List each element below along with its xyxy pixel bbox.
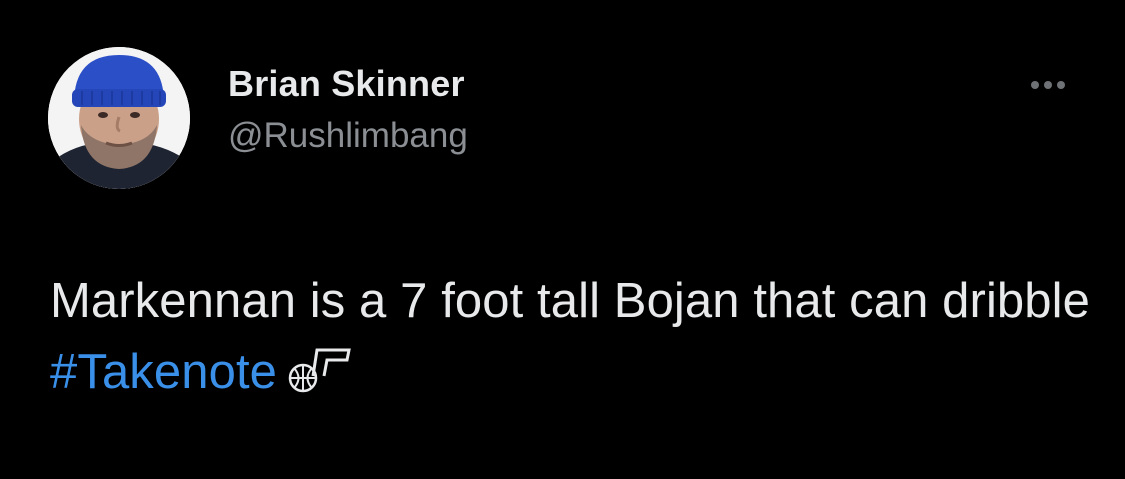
jazz-note-icon [287,343,351,414]
tweet-body-text: Markennan is a 7 foot tall Bojan that ca… [50,274,1090,328]
author-display-name[interactable]: Brian Skinner [228,62,468,106]
ellipsis-icon [1031,81,1065,89]
tweet-card: Brian Skinner @Rushlimbang Markennan is … [0,0,1125,479]
avatar-photo [48,47,190,189]
tweet-text: Markennan is a 7 foot tall Bojan that ca… [50,266,1090,414]
author-handle[interactable]: @Rushlimbang [228,116,468,156]
hashtag-link[interactable]: #Takenote [50,345,277,399]
author-avatar[interactable] [48,47,190,189]
more-options-button[interactable] [1022,72,1074,98]
author-info: Brian Skinner @Rushlimbang [228,62,468,156]
